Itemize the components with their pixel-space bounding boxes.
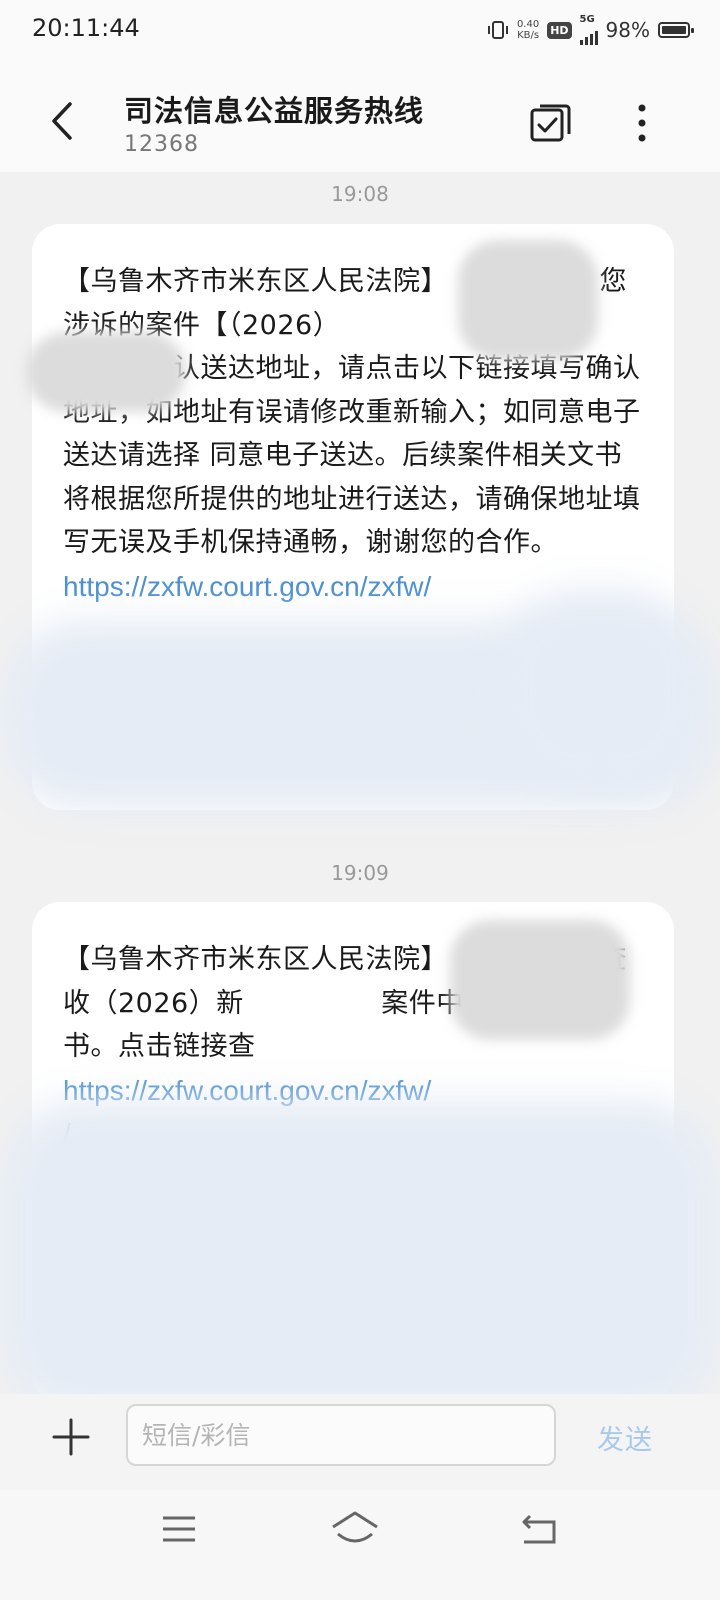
back-nav-icon[interactable] [516, 1510, 566, 1550]
message-timestamp: 19:09 [331, 861, 389, 885]
send-button[interactable]: 发送 [597, 1418, 653, 1457]
contact-number: 12368 [124, 132, 199, 157]
contact-name: 司法信息公益服务热线 [124, 94, 425, 128]
hd-badge: HD [547, 21, 572, 39]
multi-select-icon[interactable] [528, 100, 574, 146]
battery-icon [658, 22, 694, 38]
home-icon[interactable] [330, 1510, 380, 1550]
more-vert-icon[interactable] [628, 100, 656, 146]
back-arrow-icon[interactable] [40, 96, 90, 146]
status-time: 20:11:44 [32, 14, 140, 42]
status-bar: 20:11:44 0.40 KB/s HD 5G 98% [0, 0, 720, 60]
vibrate-icon [487, 21, 508, 39]
status-icons: 0.40 KB/s HD 5G 98% [487, 15, 694, 45]
message-timestamp: 19:08 [331, 182, 389, 206]
redaction-mask [0, 1100, 720, 1420]
message-input[interactable] [126, 1404, 556, 1466]
redaction-mask [458, 240, 598, 360]
conversation-header: 司法信息公益服务热线 12368 [0, 60, 720, 172]
system-nav-bar [0, 1490, 720, 1600]
compose-bar: 发送 [0, 1394, 720, 1490]
redaction-mask [26, 332, 186, 412]
redaction-mask [450, 920, 630, 1040]
battery-percent: 98% [605, 18, 650, 42]
signal-icon: 5G [579, 15, 598, 45]
net-speed: 0.40 KB/s [516, 19, 540, 41]
redaction-mask [500, 590, 700, 790]
plus-icon[interactable] [50, 1416, 92, 1458]
menu-icon[interactable] [155, 1510, 205, 1550]
